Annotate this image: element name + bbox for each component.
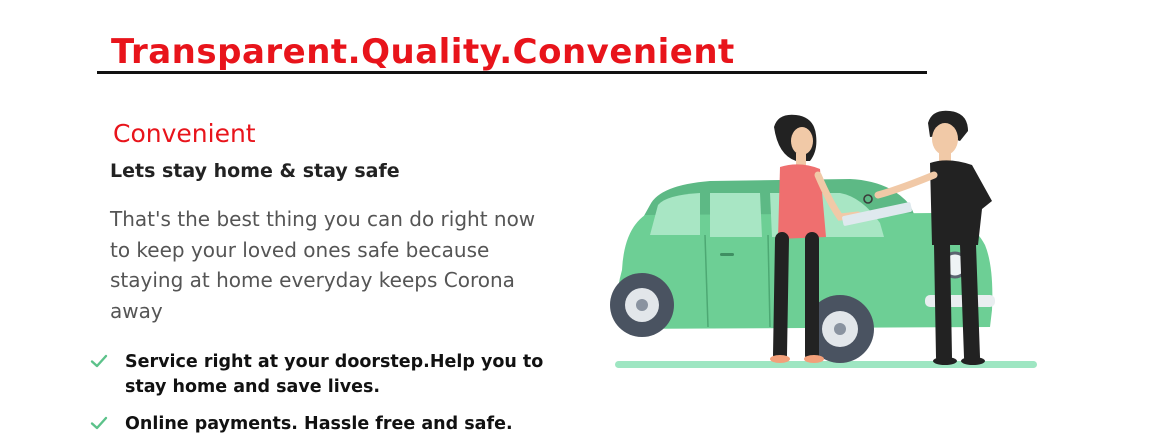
- section-subheading: Lets stay home & stay safe: [110, 160, 400, 182]
- headline-title: Transparent.Quality.Convenient: [111, 32, 735, 72]
- feature-text: Service right at your doorstep.Help you …: [125, 352, 544, 397]
- section-heading: Convenient: [113, 119, 256, 148]
- feature-list: Service right at your doorstep.Help you …: [90, 350, 550, 438]
- list-item: Online payments. Hassle free and safe.: [90, 412, 550, 437]
- car-handover-illustration: [610, 110, 1037, 368]
- feature-text: Online payments. Hassle free and safe.: [125, 414, 513, 434]
- list-item: Service right at your doorstep.Help you …: [90, 350, 550, 400]
- headline: Transparent.Quality.Convenient: [97, 30, 927, 74]
- section-description: That's the best thing you can do right n…: [110, 207, 536, 323]
- check-icon: [90, 354, 108, 368]
- check-icon: [90, 416, 108, 430]
